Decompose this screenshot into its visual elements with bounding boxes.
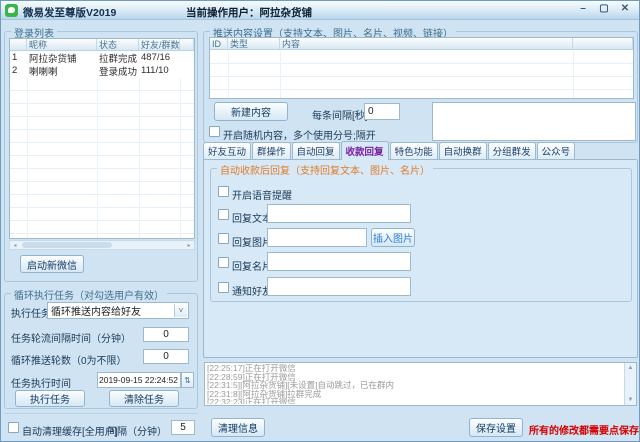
new-content-button[interactable]: 新建内容 bbox=[214, 102, 288, 121]
login-col-rownum bbox=[10, 39, 27, 50]
current-user-label: 当前操作用户：阿拉杂货铺 bbox=[186, 7, 312, 19]
save-settings-button[interactable]: 保存设置 bbox=[469, 418, 523, 437]
tab-group-broadcast[interactable]: 分组群发 bbox=[487, 142, 536, 160]
login-col-count: 好友/群数 bbox=[141, 39, 180, 50]
voice-reminder-checkbox[interactable] bbox=[218, 186, 229, 197]
reply-text-label: 回复文本 bbox=[232, 214, 272, 225]
voice-reminder-label: 开启语音提醒 bbox=[232, 191, 292, 202]
table-row[interactable]: 2 喇喇喇 登录成功 111/10 bbox=[10, 64, 194, 77]
reply-image-label: 回复图片 bbox=[232, 238, 272, 249]
log-box[interactable]: [22:25:17]正在打开微信 [22:28:59]正在打开微信 [22:31:5… bbox=[204, 362, 637, 406]
push-col-content: 内容 bbox=[280, 38, 573, 49]
push-rounds-label: 循环推送轮数（0为不限） bbox=[11, 356, 127, 367]
tab-auto-reply[interactable]: 自动回复 bbox=[291, 142, 340, 160]
login-list-group: 登录列表 昵称 状态 好友/群数 1 阿拉杂货铺 拉群完成 487/16 2 喇… bbox=[4, 25, 198, 282]
log-vscrollbar[interactable]: ▲ ▼ bbox=[624, 363, 636, 405]
start-new-wechat-button[interactable]: 启动新微信 bbox=[20, 255, 84, 273]
task-label: 执行任务 bbox=[11, 309, 51, 320]
task-time-label: 任务执行时间 bbox=[11, 379, 71, 390]
tab-official-account[interactable]: 公众号 bbox=[536, 142, 576, 160]
task-time-input[interactable] bbox=[97, 372, 181, 388]
push-col-id: ID bbox=[210, 38, 228, 49]
tab-payment-reply[interactable]: 收款回复 bbox=[340, 141, 389, 160]
table-row[interactable]: 1 阿拉杂货铺 拉群完成 487/16 bbox=[10, 51, 194, 64]
log-line: [22:32:23]正在打开微信 bbox=[207, 397, 296, 404]
auto-clear-cache-label: 自动清理缓存[全用户] bbox=[22, 427, 118, 438]
reply-card-label: 回复名片 bbox=[232, 262, 272, 273]
task-interval-label: 任务轮流间隔时间（分钟） bbox=[11, 334, 131, 345]
app-window: 微易发至尊版V2019 当前操作用户：阿拉杂货铺 – ▢ ✕ 登录列表 昵称 状… bbox=[0, 0, 640, 442]
push-content-table[interactable]: ID 类型 内容 bbox=[209, 37, 634, 99]
row-nickname: 阿拉杂货铺 bbox=[29, 53, 77, 65]
row-num: 2 bbox=[12, 65, 18, 76]
random-content-checkbox[interactable] bbox=[209, 126, 220, 137]
auto-clear-cache-checkbox[interactable] bbox=[8, 422, 19, 433]
tab-friend-interact[interactable]: 好友互动 bbox=[203, 142, 252, 160]
left-divider bbox=[4, 413, 198, 414]
minimize-icon[interactable]: – bbox=[577, 3, 589, 14]
reply-text-input[interactable] bbox=[267, 204, 411, 223]
push-col-type: 类型 bbox=[228, 38, 280, 49]
time-spinner-icon[interactable]: ⇅ bbox=[181, 372, 194, 388]
push-col-extra bbox=[573, 38, 633, 49]
execute-task-button[interactable]: 执行任务 bbox=[15, 390, 85, 407]
scroll-right-icon[interactable]: ▸ bbox=[184, 241, 194, 249]
login-col-status: 状态 bbox=[97, 39, 139, 50]
push-content-group: 推送内容设置（支持文本、图片、名片、视频、链接） ID 类型 内容 新建内容 每… bbox=[203, 25, 638, 143]
clear-info-button[interactable]: 清理信息 bbox=[211, 418, 265, 437]
push-content-textarea[interactable] bbox=[432, 102, 636, 141]
login-table-hscrollbar[interactable]: ◂ ▸ bbox=[9, 240, 195, 250]
login-col-nickname: 昵称 bbox=[27, 39, 97, 50]
random-content-label: 开启随机内容，多个使用分号;隔开 bbox=[223, 131, 376, 142]
tab-special-features[interactable]: 特色功能 bbox=[389, 142, 438, 160]
task-select-value: 循环推送内容给好友 bbox=[51, 307, 141, 318]
row-status: 拉群完成 bbox=[99, 53, 138, 65]
cache-interval-input[interactable] bbox=[171, 420, 195, 435]
log-lines: [22:25:17]正在打开微信 [22:28:59]正在打开微信 [22:31:5… bbox=[207, 364, 622, 404]
app-logo-icon bbox=[5, 4, 18, 17]
row-nickname: 喇喇喇 bbox=[29, 66, 58, 78]
per-item-interval-input[interactable] bbox=[364, 103, 400, 120]
empty-rows-grid bbox=[210, 51, 633, 98]
per-item-interval-label: 每条间隔[秒] bbox=[312, 111, 368, 122]
row-count: 487/16 bbox=[141, 52, 171, 63]
reply-image-input[interactable] bbox=[267, 228, 367, 247]
save-hint-text: 所有的修改都需要点保存 bbox=[529, 426, 639, 437]
row-count: 111/10 bbox=[141, 65, 169, 76]
login-col-extra bbox=[180, 39, 194, 50]
notify-friend-label: 通知好友 bbox=[232, 287, 272, 298]
chevron-down-icon[interactable]: ˅ bbox=[174, 304, 187, 317]
tab-auto-switch-group[interactable]: 自动换群 bbox=[438, 142, 487, 160]
row-status: 登录成功 bbox=[99, 66, 138, 78]
login-table[interactable]: 昵称 状态 好友/群数 1 阿拉杂货铺 拉群完成 487/16 2 喇喇喇 登录… bbox=[9, 38, 195, 239]
window-title: 微易发至尊版V2019 bbox=[23, 7, 117, 19]
title-bar: 微易发至尊版V2019 当前操作用户：阿拉杂货铺 – ▢ ✕ bbox=[1, 1, 639, 20]
payment-reply-panel: 自动收款后回复（支持回复文本、图片、名片） 开启语音提醒 回复文本 回复图片 插… bbox=[203, 159, 638, 358]
empty-rows-grid bbox=[10, 78, 194, 238]
cache-interval-label: 间隔（分钟） bbox=[107, 427, 167, 438]
function-tabbar: 好友互动 群操作 自动回复 收款回复 特色功能 自动换群 分组群发 公众号 bbox=[203, 141, 576, 160]
row-num: 1 bbox=[12, 52, 18, 63]
clear-task-button[interactable]: 清除任务 bbox=[109, 390, 179, 407]
task-interval-input[interactable] bbox=[143, 327, 189, 342]
push-rounds-input[interactable] bbox=[143, 349, 189, 364]
scroll-down-icon[interactable]: ▼ bbox=[625, 395, 636, 405]
payment-reply-group: 自动收款后回复（支持回复文本、图片、名片） 开启语音提醒 回复文本 回复图片 插… bbox=[210, 162, 632, 302]
notify-friend-checkbox[interactable] bbox=[218, 282, 229, 293]
payment-reply-group-title: 自动收款后回复（支持回复文本、图片、名片） bbox=[217, 162, 433, 177]
maximize-icon[interactable]: ▢ bbox=[598, 3, 610, 14]
reply-text-checkbox[interactable] bbox=[218, 209, 229, 220]
loop-task-group-title: 循环执行任务（对勾选用户有效） bbox=[11, 287, 167, 302]
close-icon[interactable]: ✕ bbox=[619, 3, 631, 14]
hscroll-thumb[interactable] bbox=[22, 242, 112, 248]
tab-group-ops[interactable]: 群操作 bbox=[252, 142, 291, 160]
insert-image-button[interactable]: 插入图片 bbox=[371, 228, 415, 247]
notify-friend-input[interactable] bbox=[267, 277, 411, 296]
reply-card-input[interactable] bbox=[267, 252, 411, 271]
task-select[interactable]: 循环推送内容给好友 ˅ bbox=[47, 302, 189, 319]
reply-card-checkbox[interactable] bbox=[218, 257, 229, 268]
scroll-up-icon[interactable]: ▲ bbox=[625, 363, 636, 373]
scroll-left-icon[interactable]: ◂ bbox=[10, 241, 20, 249]
reply-image-checkbox[interactable] bbox=[218, 233, 229, 244]
